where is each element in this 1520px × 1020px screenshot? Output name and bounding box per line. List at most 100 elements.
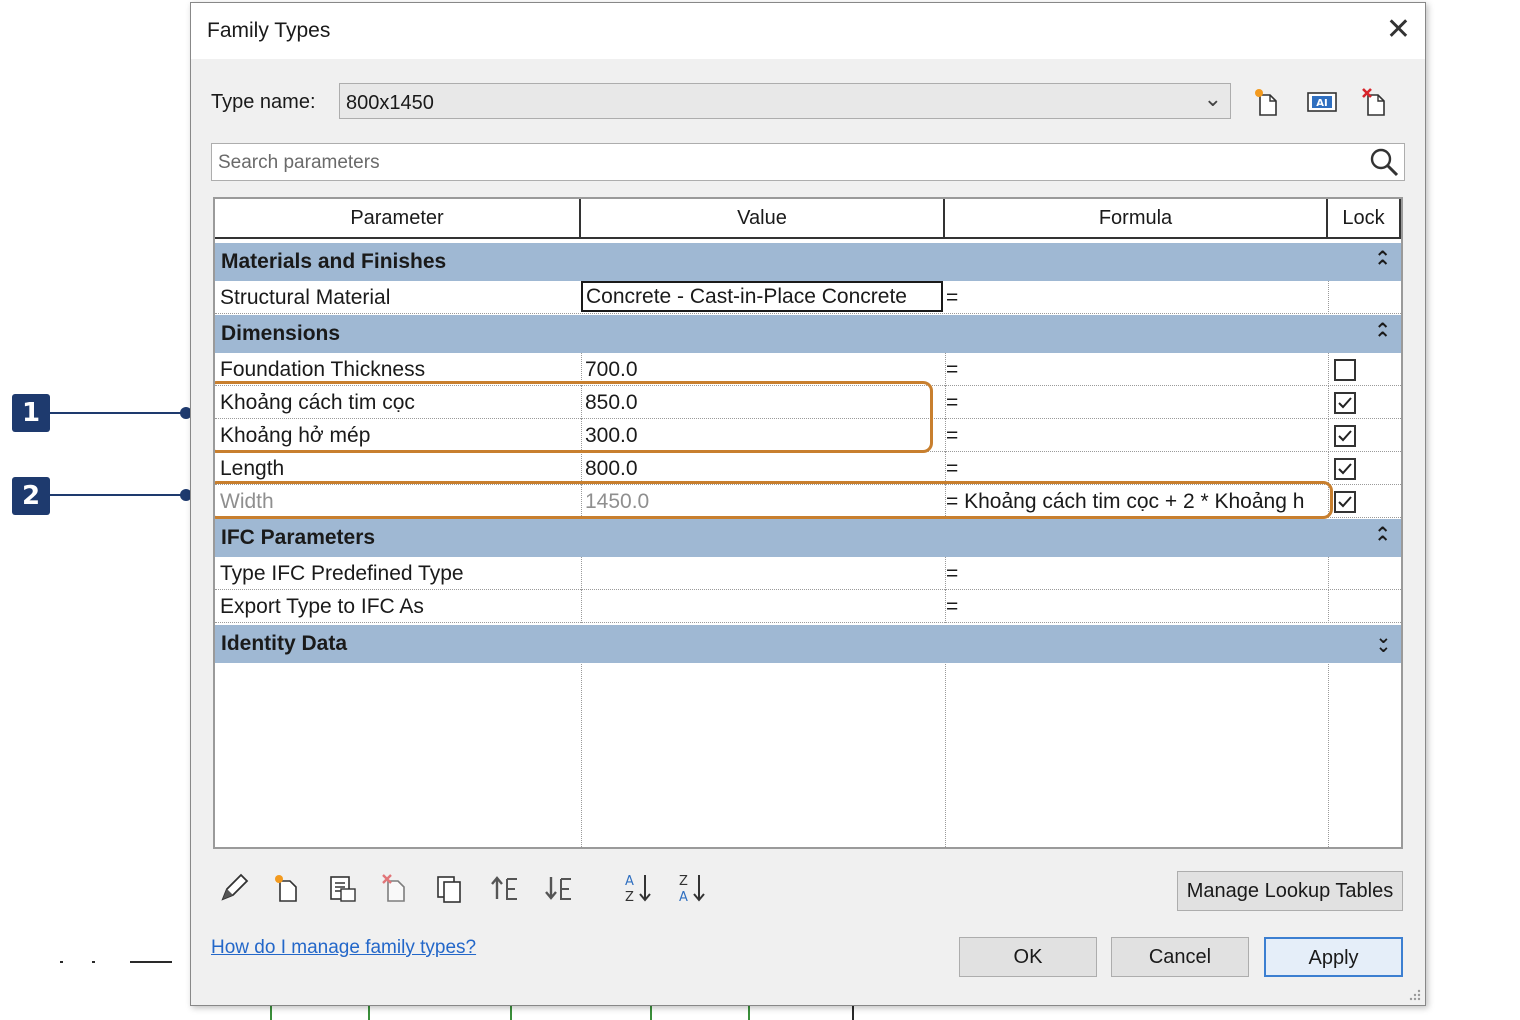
column-divider: [1328, 386, 1329, 419]
column-divider: [581, 557, 582, 590]
column-header-formula[interactable]: Formula: [945, 199, 1328, 239]
table-row[interactable]: Type IFC Predefined Type =: [215, 557, 1401, 590]
type-name-dropdown[interactable]: 800x1450 ⌄: [339, 83, 1231, 119]
column-divider: [945, 353, 946, 386]
group-title: IFC Parameters: [221, 526, 376, 549]
chevron-double-up-icon[interactable]: ⌃ ⌃: [1374, 525, 1391, 554]
type-name-value: 800x1450: [346, 92, 434, 114]
manage-lookup-tables-button[interactable]: Manage Lookup Tables: [1177, 871, 1403, 911]
search-placeholder: Search parameters: [218, 152, 380, 173]
delete-type-icon[interactable]: [1359, 85, 1393, 119]
value-cell-editing[interactable]: Concrete - Cast-in-Place Concrete: [581, 281, 943, 312]
group-header-dimensions[interactable]: Dimensions ⌃ ⌃: [215, 315, 1401, 353]
column-divider: [1328, 281, 1329, 314]
ok-button[interactable]: OK: [959, 937, 1097, 977]
background-dot: [92, 961, 95, 963]
svg-text:AI: AI: [1316, 98, 1327, 109]
callout-badge-2: 2: [12, 477, 50, 515]
svg-text:Z: Z: [625, 890, 634, 905]
callout-leader-2: [50, 494, 186, 496]
background-grid-line: [510, 1005, 512, 1020]
formula-cell[interactable]: =: [946, 281, 1326, 314]
formula-cell[interactable]: =: [946, 419, 1326, 452]
value-cell[interactable]: [585, 557, 940, 590]
chevron-double-down-icon[interactable]: ⌄ ⌄: [1376, 628, 1391, 655]
resize-grip-icon[interactable]: [1407, 987, 1421, 1001]
sort-descending-icon[interactable]: Z A: [675, 871, 709, 905]
apply-button[interactable]: Apply: [1264, 937, 1403, 977]
checkmark-icon: [1338, 496, 1352, 508]
group-title: Materials and Finishes: [221, 250, 447, 273]
parameter-properties-icon[interactable]: [325, 871, 359, 905]
background-grid-line: [270, 1005, 272, 1020]
formula-cell[interactable]: =: [946, 353, 1326, 386]
column-header-value[interactable]: Value: [581, 199, 945, 239]
lock-checkbox[interactable]: [1334, 491, 1356, 513]
delete-parameter-icon[interactable]: [379, 871, 413, 905]
column-divider: [1328, 557, 1329, 590]
parameter-name: Export Type to IFC As: [220, 595, 424, 618]
parameter-name: Type IFC Predefined Type: [220, 562, 464, 585]
copy-parameter-icon[interactable]: [433, 871, 467, 905]
group-title: Identity Data: [221, 632, 348, 655]
callout-badge-1: 1: [12, 394, 50, 432]
column-header-parameter[interactable]: Parameter: [215, 199, 581, 239]
column-divider: [945, 590, 946, 623]
background-dot: [60, 961, 63, 963]
formula-cell[interactable]: =: [946, 386, 1326, 419]
formula-cell[interactable]: =: [946, 590, 1326, 623]
column-divider: [581, 659, 582, 847]
search-icon[interactable]: [1368, 146, 1400, 178]
type-name-label: Type name:: [211, 91, 316, 113]
group-header-identity[interactable]: Identity Data ⌄ ⌄: [215, 625, 1401, 663]
callout-leader-1: [50, 412, 186, 414]
table-row[interactable]: Export Type to IFC As =: [215, 590, 1401, 623]
chevron-double-up-icon[interactable]: ⌃ ⌃: [1374, 249, 1391, 278]
value-cell[interactable]: [585, 590, 940, 623]
new-type-icon[interactable]: [1251, 85, 1285, 119]
background-grid-line: [748, 1005, 750, 1020]
background-grid-line: [368, 1005, 370, 1020]
table-row[interactable]: Structural Material Concrete - Cast-in-P…: [215, 281, 1401, 314]
column-divider: [581, 590, 582, 623]
group-title: Dimensions: [221, 322, 341, 345]
column-divider: [1328, 353, 1329, 386]
edit-parameter-icon[interactable]: [217, 871, 251, 905]
dialog-title: Family Types: [207, 19, 331, 42]
rename-type-icon[interactable]: AI: [1305, 85, 1339, 119]
search-parameters-input[interactable]: Search parameters: [211, 143, 1405, 181]
background-line: [130, 961, 172, 963]
move-down-icon[interactable]: [543, 871, 577, 905]
column-divider: [1328, 659, 1329, 847]
column-header-lock[interactable]: Lock: [1328, 199, 1401, 239]
column-divider: [945, 557, 946, 590]
title-bar: Family Types ✕: [191, 3, 1425, 59]
chevron-down-icon: ⌄: [1203, 86, 1222, 111]
sort-ascending-icon[interactable]: A Z: [621, 871, 655, 905]
highlight-box-1: [215, 381, 933, 453]
svg-text:A: A: [679, 890, 688, 905]
help-link[interactable]: How do I manage family types?: [211, 937, 476, 959]
group-header-ifc[interactable]: IFC Parameters ⌃ ⌃: [215, 519, 1401, 557]
checkmark-icon: [1338, 430, 1352, 442]
formula-cell[interactable]: =: [946, 557, 1326, 590]
lock-checkbox[interactable]: [1334, 425, 1356, 447]
lock-checkbox[interactable]: [1334, 359, 1356, 381]
background-line: [852, 1005, 854, 1020]
highlight-box-2: [215, 481, 1333, 519]
lock-checkbox[interactable]: [1334, 392, 1356, 414]
new-parameter-icon[interactable]: [271, 871, 305, 905]
column-divider: [1328, 419, 1329, 452]
svg-text:A: A: [625, 874, 634, 889]
lock-checkbox[interactable]: [1334, 458, 1356, 480]
checkmark-icon: [1338, 397, 1352, 409]
group-header-materials[interactable]: Materials and Finishes ⌃ ⌃: [215, 243, 1401, 281]
column-divider: [1328, 590, 1329, 623]
cancel-button[interactable]: Cancel: [1111, 937, 1249, 977]
column-divider: [945, 659, 946, 847]
close-icon[interactable]: ✕: [1386, 13, 1411, 47]
move-up-icon[interactable]: [489, 871, 523, 905]
column-divider: [945, 419, 946, 452]
column-divider: [945, 386, 946, 419]
chevron-double-up-icon[interactable]: ⌃ ⌃: [1374, 321, 1391, 350]
